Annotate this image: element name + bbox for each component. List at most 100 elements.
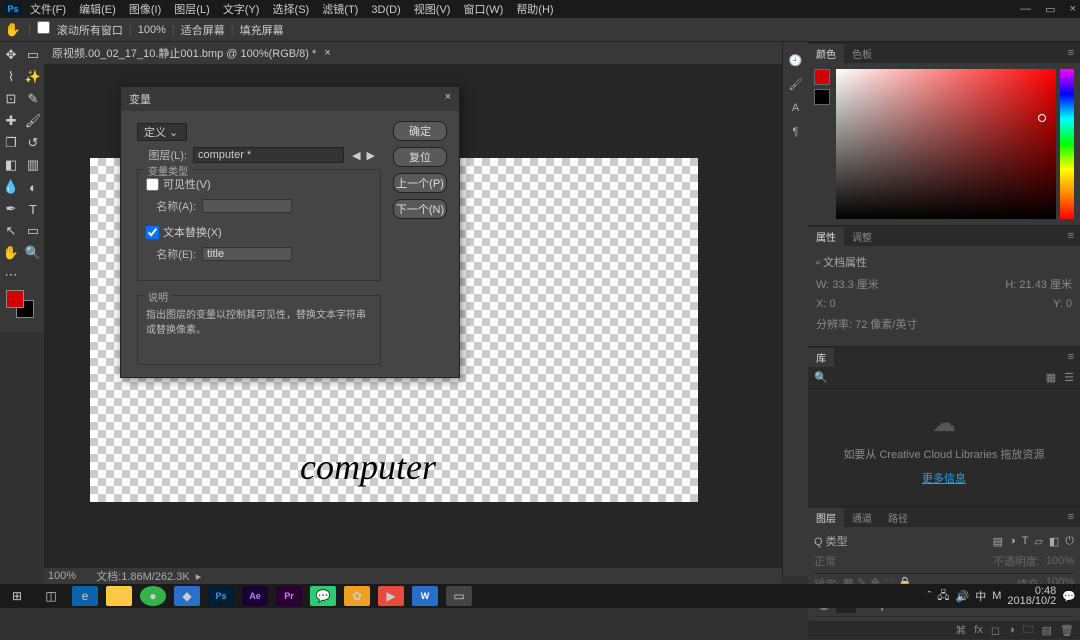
link-layers-icon[interactable]: ⌘ xyxy=(955,624,966,637)
blend-mode[interactable]: 正常 xyxy=(814,553,836,569)
visibility-checkbox[interactable] xyxy=(146,178,159,191)
stamp-tool[interactable]: ❐ xyxy=(2,134,20,152)
filter-type-icon[interactable]: T xyxy=(1022,535,1029,547)
edit-toolbar[interactable]: ⋯ xyxy=(2,266,20,284)
layers-tab[interactable]: 图层 xyxy=(808,508,844,527)
reset-button[interactable]: 复位 xyxy=(393,147,447,167)
delete-layer-icon[interactable]: 🗑 xyxy=(1060,624,1074,637)
minimize-button[interactable]: — xyxy=(1020,3,1031,16)
menu-3d[interactable]: 3D(D) xyxy=(371,4,400,16)
list-view-icon[interactable]: ☰ xyxy=(1064,371,1074,384)
tray-net-icon[interactable]: 🖧 xyxy=(937,587,949,606)
foreground-swatch[interactable] xyxy=(6,290,24,308)
lasso-tool[interactable]: ⌇ xyxy=(2,68,20,86)
hand-tool[interactable]: ✋ xyxy=(2,244,20,262)
menu-text[interactable]: 文字(Y) xyxy=(223,4,260,16)
panel-menu-icon[interactable]: ≡ xyxy=(1068,230,1074,242)
layer-select[interactable]: computer * xyxy=(193,147,344,163)
filter-image-icon[interactable]: ▤ xyxy=(993,535,1003,548)
menu-filter[interactable]: 滤镜(T) xyxy=(322,4,358,16)
fit-screen-button[interactable]: 适合屏幕 xyxy=(181,22,225,38)
photoshop-icon[interactable]: Ps xyxy=(208,586,234,606)
close-button[interactable]: × xyxy=(1070,3,1076,16)
maximize-button[interactable]: ▭ xyxy=(1045,3,1055,16)
layer-style-icon[interactable]: fx xyxy=(974,624,983,636)
paths-tab[interactable]: 路径 xyxy=(880,508,916,527)
eraser-tool[interactable]: ◧ xyxy=(2,156,20,174)
menu-file[interactable]: 文件(F) xyxy=(30,4,66,16)
section-select[interactable]: 定义 ⌄ xyxy=(137,123,187,141)
color-cursor[interactable] xyxy=(1038,114,1046,122)
menu-help[interactable]: 帮助(H) xyxy=(516,4,553,16)
tray-date[interactable]: 2018/10/2 xyxy=(1007,596,1056,606)
color-fg-swatch[interactable] xyxy=(814,69,830,85)
eyedropper-tool[interactable]: ✎ xyxy=(24,90,42,108)
swatches-tab[interactable]: 色板 xyxy=(844,44,880,63)
new-fill-icon[interactable]: ◑ xyxy=(1008,624,1015,636)
word-icon[interactable]: W xyxy=(412,586,438,606)
explorer-icon[interactable]: 🗀 xyxy=(106,586,132,606)
menu-select[interactable]: 选择(S) xyxy=(273,4,310,16)
filter-toggle-icon[interactable]: ⏻ xyxy=(1065,535,1074,548)
color-swatch-pair[interactable] xyxy=(6,290,38,322)
type-tool[interactable]: T xyxy=(24,200,42,218)
libraries-tab[interactable]: 库 xyxy=(808,348,834,367)
ok-button[interactable]: 确定 xyxy=(393,121,447,141)
color-bg-swatch[interactable] xyxy=(814,89,830,105)
blur-tool[interactable]: 💧 xyxy=(2,178,20,196)
aftereffects-icon[interactable]: Ae xyxy=(242,586,268,606)
tray-up-icon[interactable]: ˆ xyxy=(928,590,932,602)
filter-kind[interactable]: Q 类型 xyxy=(814,533,848,549)
dodge-tool[interactable]: ◐ xyxy=(24,178,42,196)
path-tool[interactable]: ↖ xyxy=(2,222,20,240)
adjustments-tab[interactable]: 调整 xyxy=(844,227,880,246)
menu-view[interactable]: 视图(V) xyxy=(414,4,451,16)
start-button[interactable]: ⊞ xyxy=(4,586,30,606)
textreplace-checkbox[interactable] xyxy=(146,226,159,239)
color-field[interactable] xyxy=(836,69,1056,219)
wechat-icon[interactable]: 💬 xyxy=(310,586,336,606)
taskview-icon[interactable]: ◫ xyxy=(38,586,64,606)
opacity-value[interactable]: 100% xyxy=(1046,555,1074,567)
next-button[interactable]: 下一个(N) xyxy=(393,199,447,219)
hue-strip[interactable] xyxy=(1060,69,1074,219)
app1-icon[interactable]: ● xyxy=(140,586,166,606)
menu-layer[interactable]: 图层(L) xyxy=(174,4,209,16)
brush-tool[interactable]: 🖌 xyxy=(24,112,42,130)
pen-tool[interactable]: ✒ xyxy=(2,200,20,218)
zoom-tool[interactable]: 🔍 xyxy=(24,244,42,262)
new-layer-icon[interactable]: ▤ xyxy=(1042,624,1052,637)
app3-icon[interactable]: ✿ xyxy=(344,586,370,606)
paragraph-icon[interactable]: ¶ xyxy=(787,126,805,144)
dialog-close-icon[interactable]: × xyxy=(445,91,451,107)
filter-smart-icon[interactable]: ◧ xyxy=(1049,535,1059,548)
library-more-link[interactable]: 更多信息 xyxy=(922,470,966,486)
shape-tool[interactable]: ▭ xyxy=(24,222,42,240)
channels-tab[interactable]: 通道 xyxy=(844,508,880,527)
menu-image[interactable]: 图像(I) xyxy=(129,4,161,16)
panel-menu-icon[interactable]: ≡ xyxy=(1068,351,1074,363)
crop-tool[interactable]: ⊡ xyxy=(2,90,20,108)
prev-button[interactable]: 上一个(P) xyxy=(393,173,447,193)
history-brush-tool[interactable]: ↺ xyxy=(24,134,42,152)
zoom-field[interactable]: 100% xyxy=(138,24,166,36)
menu-window[interactable]: 窗口(W) xyxy=(464,4,504,16)
hand-tool-icon[interactable]: ✋ xyxy=(4,21,22,39)
color-tab[interactable]: 颜色 xyxy=(808,44,844,63)
status-menu-icon[interactable]: ▸ xyxy=(196,570,202,583)
canvas-text-layer[interactable]: computer xyxy=(300,446,436,488)
app2-icon[interactable]: ◆ xyxy=(174,586,200,606)
layer-next-icon[interactable]: ▶ xyxy=(367,150,381,162)
filter-adjust-icon[interactable]: ◑ xyxy=(1009,535,1016,547)
history-icon[interactable]: 🕘 xyxy=(787,54,805,72)
grid-view-icon[interactable]: ▦ xyxy=(1046,371,1056,384)
edge-icon[interactable]: e xyxy=(72,586,98,606)
name2-input[interactable]: title xyxy=(202,247,292,261)
search-icon[interactable]: 🔍 xyxy=(814,371,828,384)
document-close-icon[interactable]: × xyxy=(324,47,330,59)
tray-input-icon[interactable]: M xyxy=(992,590,1001,602)
layer-prev-icon[interactable]: ◀ xyxy=(352,150,366,162)
scroll-all-windows[interactable]: 滚动所有窗口 xyxy=(37,21,123,38)
tray-notify-icon[interactable]: 💬 xyxy=(1062,590,1076,603)
marquee-tool[interactable]: ▭ xyxy=(24,46,42,64)
